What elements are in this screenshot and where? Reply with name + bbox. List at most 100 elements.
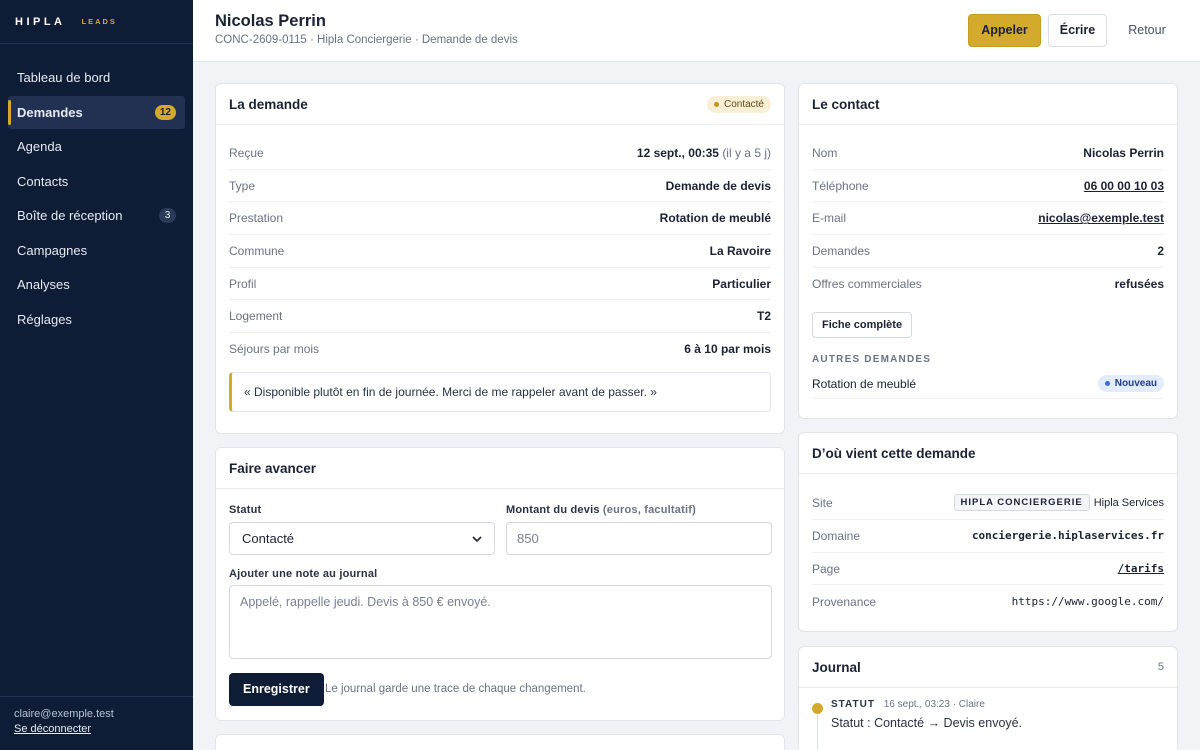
email-link[interactable]: nicolas@exemple.test: [1038, 211, 1164, 225]
sidebar-item-requests[interactable]: Demandes 12: [8, 95, 185, 129]
save-button[interactable]: Enregistrer: [229, 673, 324, 706]
sidebar-item-inbox[interactable]: Boîte de réception 3: [8, 199, 185, 232]
origin-card: D’où vient cette demande Site HIPLA CONC…: [798, 432, 1178, 632]
received-ago: (il y a 5 j): [722, 145, 771, 160]
note-field-label: Ajouter une note au journal: [229, 568, 378, 580]
row-value: HIPLA CONCIERGERIE Hipla Services: [953, 494, 1164, 511]
new-badge: Nouveau: [1097, 375, 1164, 393]
sidebar-footer: claire@exemple.test Se déconnecter: [0, 696, 193, 750]
page-subtitle: CONC-2609-0115 · Hipla Conciergerie · De…: [215, 34, 518, 46]
origin-card-header: D’où vient cette demande: [799, 433, 1177, 474]
sidebar-item-settings[interactable]: Réglages: [8, 303, 185, 336]
sidebar-nav: Tableau de bord Demandes 12 Agenda Conta…: [0, 44, 193, 336]
page-title: Nicolas Perrin: [215, 12, 326, 30]
brand[interactable]: HIPLA LEADS: [0, 0, 193, 44]
back-button[interactable]: Retour: [1116, 14, 1178, 47]
sidebar-item-analytics[interactable]: Analyses: [8, 268, 185, 301]
origin-row-source: Provenance https://www.google.com/: [812, 585, 1164, 618]
sidebar-item-label: Agenda: [17, 139, 62, 154]
row-key: Domaine: [812, 528, 861, 543]
source-value: https://www.google.com/: [1011, 595, 1164, 609]
contact-row-phone: Téléphone 06 00 00 10 03: [812, 170, 1164, 203]
amount-label-text: Montant du devis: [506, 504, 600, 516]
chevron-down-icon: [472, 535, 482, 542]
request-row-service: Prestation Rotation de meublé: [229, 202, 771, 236]
origin-details: Site HIPLA CONCIERGERIE Hipla Services D…: [799, 474, 1177, 618]
new-dot-icon: [1104, 381, 1110, 387]
row-value: 2: [1157, 243, 1164, 258]
sidebar: HIPLA LEADS Tableau de bord Demandes 12 …: [0, 0, 193, 750]
sidebar-item-dashboard[interactable]: Tableau de bord: [8, 61, 185, 94]
brand-tag: LEADS: [81, 17, 117, 26]
row-key: Page: [812, 561, 841, 576]
row-value: Nicolas Perrin: [1083, 145, 1164, 160]
full-profile-button[interactable]: Fiche complète: [812, 312, 913, 339]
contact-row-requests: Demandes 2: [812, 235, 1164, 268]
row-value: Rotation de meublé: [659, 211, 771, 226]
row-value: La Ravoire: [709, 243, 771, 258]
row-key: Téléphone: [812, 178, 869, 193]
contact-row-email: E-mail nicolas@exemple.test: [812, 202, 1164, 236]
logout-link[interactable]: Se déconnecter: [14, 723, 179, 735]
status-field-label: Statut: [229, 504, 262, 516]
user-email: claire@exemple.test: [14, 708, 114, 720]
progress-card-title: Faire avancer: [229, 460, 317, 476]
journal-note-textarea[interactable]: Appelé, rappelle jeudi. Devis à 850 € en…: [229, 585, 772, 659]
request-row-town: Commune La Ravoire: [229, 235, 771, 268]
sidebar-item-campaigns[interactable]: Campagnes: [8, 234, 185, 267]
row-key: Provenance: [812, 594, 877, 609]
row-key: E-mail: [812, 211, 847, 226]
journal-entry-text: Statut : Contacté → Devis envoyé.: [831, 716, 1023, 730]
sidebar-item-label: Tableau de bord: [17, 70, 111, 85]
row-key: Logement: [229, 309, 283, 324]
other-requests-heading: AUTRES DEMANDES: [812, 354, 932, 366]
row-key: Séjours par mois: [229, 342, 320, 357]
request-card-header: La demande Contacté: [216, 84, 784, 125]
new-badge-label: Nouveau: [1114, 378, 1157, 390]
contact-card-header: Le contact: [799, 84, 1177, 125]
full-profile-wrap: Fiche complète: [812, 312, 1164, 339]
sidebar-item-label: Boîte de réception: [17, 208, 123, 223]
status-select-value: Contacté: [242, 531, 295, 546]
quote-amount-input[interactable]: 850: [506, 522, 772, 555]
row-key: Demandes: [812, 243, 871, 258]
amount-field-label: Montant du devis (euros, facultatif): [506, 504, 696, 516]
request-card: La demande Contacté Reçue 12 sept., 00:3…: [215, 83, 785, 434]
row-key: Nom: [812, 145, 838, 160]
status-select[interactable]: Contacté: [229, 522, 495, 555]
journal-card: Journal 5 STATUT 16 sept., 03:23 · Clair…: [798, 646, 1178, 750]
brand-logo: HIPLA: [15, 15, 66, 28]
sidebar-item-label: Réglages: [17, 311, 72, 327]
journal-count: 5: [1157, 661, 1164, 673]
row-value: Demande de devis: [665, 178, 771, 193]
progress-card: Faire avancer Statut Contacté Montant du…: [215, 447, 785, 721]
phone-link[interactable]: 06 00 00 10 03: [1084, 179, 1164, 193]
sidebar-item-label: Demandes: [17, 104, 83, 120]
row-key: Offres commerciales: [812, 277, 922, 292]
page-link[interactable]: /tarifs: [1118, 562, 1164, 575]
origin-row-page: Page /tarifs: [812, 553, 1164, 586]
sidebar-item-contacts[interactable]: Contacts: [8, 165, 185, 198]
inbox-count-badge: 3: [159, 208, 176, 223]
save-hint: Le journal garde une trace de chaque cha…: [325, 683, 586, 695]
row-key: Prestation: [229, 211, 284, 226]
row-value: Particulier: [712, 276, 771, 291]
row-key: Reçue: [229, 145, 264, 160]
next-card: [215, 734, 785, 750]
page-header: Nicolas Perrin CONC-2609-0115 · Hipla Co…: [193, 0, 1200, 62]
other-request-label: Rotation de meublé: [812, 376, 917, 391]
progress-card-header: Faire avancer: [216, 448, 784, 489]
request-row-profile: Profil Particulier: [229, 268, 771, 301]
write-button[interactable]: Écrire: [1048, 14, 1107, 47]
journal-entry-meta: STATUT 16 sept., 03:23 · Claire: [831, 699, 985, 710]
sidebar-item-label: Analyses: [17, 277, 70, 292]
timeline-line: [817, 711, 818, 750]
status-badge-label: Contacté: [723, 98, 764, 110]
sidebar-item-agenda[interactable]: Agenda: [8, 130, 185, 163]
other-request-item[interactable]: Rotation de meublé Nouveau: [812, 369, 1164, 400]
contact-row-offers: Offres commerciales refusées: [812, 268, 1164, 301]
call-button[interactable]: Appeler: [968, 14, 1041, 47]
row-value: 12 sept., 00:35 (il y a 5 j): [637, 146, 771, 160]
row-value: 6 à 10 par mois: [684, 342, 771, 357]
row-key: Profil: [229, 276, 257, 291]
